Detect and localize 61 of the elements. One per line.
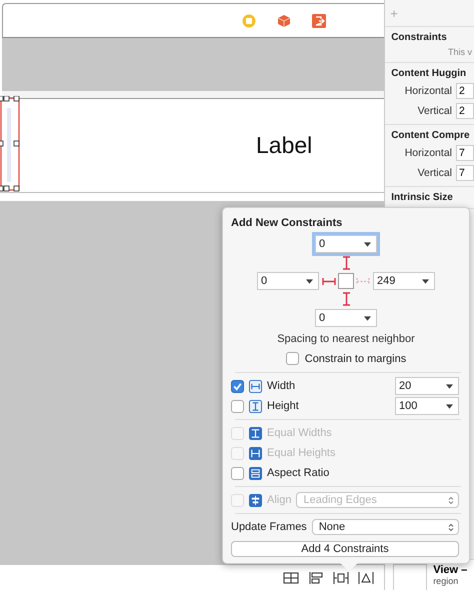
caret-icon[interactable]: [364, 316, 371, 320]
option-label: Align: [267, 494, 292, 506]
field-label: Horizontal: [404, 147, 452, 159]
stack-icon[interactable]: [283, 570, 300, 584]
exit-icon[interactable]: [312, 14, 326, 28]
priority-field[interactable]: 7: [456, 165, 474, 181]
section-title: Content Huggin: [391, 68, 468, 79]
option-label: Equal Widths: [267, 427, 332, 439]
option-label: Height: [267, 400, 299, 412]
value-field[interactable]: 100: [395, 397, 459, 415]
top-spacing-field[interactable]: 0: [315, 235, 377, 253]
caret-icon[interactable]: [446, 384, 453, 388]
section-title: Content Compre: [391, 130, 471, 141]
view-square-icon: [338, 273, 354, 289]
bottom-constraint-icon[interactable]: [342, 292, 350, 306]
section-title: Intrinsic Size: [391, 192, 454, 203]
option-label: Aspect Ratio: [267, 467, 330, 479]
left-spacing-field[interactable]: 0: [257, 272, 319, 290]
height-icon: [249, 400, 262, 412]
align-icon[interactable]: [308, 570, 324, 584]
section-title: Constraints: [391, 32, 448, 43]
field-label: Vertical: [418, 167, 452, 179]
stepper-arrows-icon[interactable]: [448, 496, 454, 504]
caret-icon[interactable]: [422, 278, 429, 284]
caret-icon[interactable]: [446, 404, 453, 408]
equal-widths-icon: [249, 426, 262, 440]
width-icon: [249, 380, 262, 392]
field-label: Vertical: [418, 105, 452, 117]
checkbox[interactable]: [286, 352, 299, 365]
aspect-ratio-icon: [249, 466, 262, 480]
label-text: Label: [256, 132, 312, 159]
checkbox[interactable]: [231, 380, 244, 392]
stepper-arrows-icon[interactable]: [448, 522, 454, 532]
cube-icon[interactable]: [277, 14, 292, 28]
spacing-caption: Spacing to nearest neighbor: [276, 333, 416, 345]
object-description: region: [433, 576, 460, 586]
checkbox-label: Constrain to margins: [304, 352, 406, 364]
right-spacing-field[interactable]: 249: [373, 272, 435, 290]
bottom-spacing-field[interactable]: 0: [315, 309, 377, 327]
priority-field[interactable]: 7: [456, 145, 474, 161]
caret-icon[interactable]: [364, 242, 371, 246]
add-constraints-button[interactable]: Add 4 Constraints: [231, 541, 459, 557]
update-frames-popup[interactable]: None: [312, 519, 459, 535]
update-frames-label: Update Frames: [231, 521, 307, 533]
priority-field[interactable]: 2: [456, 83, 474, 99]
value-field[interactable]: 20: [395, 377, 459, 395]
popover-title: Add New Constraints: [231, 217, 344, 229]
pin-icon[interactable]: [333, 570, 350, 584]
field-label: Horizontal: [404, 85, 452, 97]
option-label: Width: [267, 380, 296, 392]
caret-icon[interactable]: [306, 278, 313, 284]
priority-field[interactable]: 2: [456, 103, 474, 119]
object-title: View –: [433, 564, 468, 576]
top-constraint-icon[interactable]: [342, 256, 350, 270]
checkbox[interactable]: [231, 400, 244, 412]
checkbox[interactable]: [231, 466, 244, 480]
left-constraint-icon[interactable]: [322, 276, 336, 286]
equal-heights-icon: [249, 446, 262, 460]
option-label: Equal Heights: [267, 447, 336, 459]
align-icon: [249, 494, 262, 506]
note-text: This v: [448, 47, 473, 57]
